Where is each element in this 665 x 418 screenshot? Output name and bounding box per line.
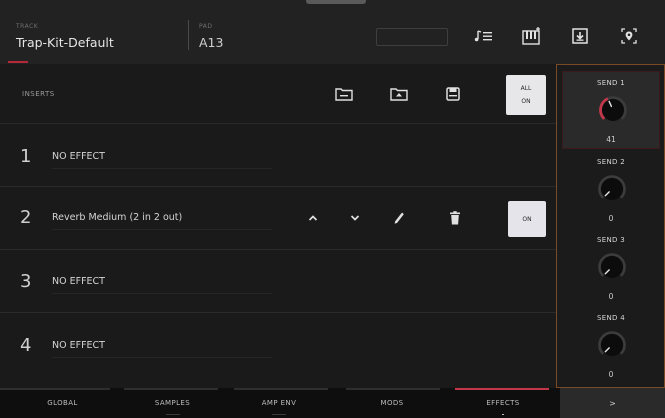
send-value: 41 xyxy=(606,135,616,144)
send-4-control[interactable]: SEND 4 0 xyxy=(562,307,660,385)
slot-number: 3 xyxy=(20,271,32,292)
send-2-control[interactable]: SEND 2 0 xyxy=(562,151,660,229)
all-on-label-bottom: ON xyxy=(521,98,531,105)
track-label: TRACK xyxy=(16,23,39,30)
inserts-title: INSERTS xyxy=(22,90,55,98)
slot-on-toggle[interactable]: ON xyxy=(508,201,546,237)
tab-label: GLOBAL xyxy=(47,399,78,407)
send-panel: Q SEND 1 41 SEND 2 0 SEND 3 0 SEND 4 0 xyxy=(556,64,665,388)
slot-underline xyxy=(52,229,272,230)
tab-effects[interactable]: EFFECTS xyxy=(446,388,560,418)
tab-label: AMP ENV xyxy=(261,399,297,407)
tab-global[interactable]: GLOBAL xyxy=(0,388,125,418)
slot-number: 1 xyxy=(20,146,32,167)
piano-grid-button[interactable] xyxy=(520,24,544,48)
send-label: SEND 2 xyxy=(597,158,625,166)
slot-number: 4 xyxy=(20,335,32,356)
row-divider xyxy=(0,249,556,250)
tab-label: > xyxy=(609,398,616,408)
pad-name[interactable]: A13 xyxy=(199,35,223,50)
pad-label: PAD xyxy=(199,23,213,30)
slot-effect-name[interactable]: NO EFFECT xyxy=(52,276,105,287)
disabled-header-button xyxy=(376,28,448,46)
row-divider xyxy=(0,312,556,313)
move-down-button[interactable] xyxy=(344,208,366,228)
chevron-up-icon xyxy=(308,215,318,221)
trash-icon xyxy=(450,211,460,225)
send-knob[interactable] xyxy=(596,329,628,361)
location-pin-icon xyxy=(621,28,637,44)
tab-amp-env[interactable]: AMP ENV xyxy=(220,388,338,418)
all-on-label-top: ALL xyxy=(520,85,532,92)
send-label: SEND 1 xyxy=(597,79,625,87)
send-3-control[interactable]: SEND 3 0 xyxy=(562,229,660,307)
tab-sub-indicator xyxy=(165,414,180,415)
slot-underline xyxy=(52,357,272,358)
row-divider xyxy=(0,123,556,124)
knob-body xyxy=(602,99,624,121)
track-name[interactable]: Trap-Kit-Default xyxy=(16,35,114,50)
row-divider xyxy=(0,186,556,187)
note-list-button[interactable] xyxy=(472,24,496,48)
send-label: SEND 3 xyxy=(597,236,625,244)
slot-effect-name[interactable]: Reverb Medium (2 in 2 out) xyxy=(52,212,182,223)
pencil-icon xyxy=(394,212,404,224)
header-divider xyxy=(188,20,189,50)
tab-label: SAMPLES xyxy=(154,399,191,407)
upload-folder-button[interactable] xyxy=(389,84,409,104)
send-1-control[interactable]: SEND 1 41 xyxy=(562,71,660,149)
slot-underline xyxy=(52,293,272,294)
download-button[interactable] xyxy=(568,24,592,48)
knob-body xyxy=(601,256,623,278)
send-knob[interactable] xyxy=(596,251,628,283)
slot-effect-name[interactable]: NO EFFECT xyxy=(52,151,105,162)
send-value: 0 xyxy=(608,214,614,223)
top-bar: TRACK Trap-Kit-Default PAD A13 xyxy=(0,0,665,64)
send-knob[interactable] xyxy=(596,173,628,205)
download-icon xyxy=(572,28,588,44)
tab-label: EFFECTS xyxy=(486,399,520,407)
save-button[interactable] xyxy=(443,84,463,104)
piano-grid-icon xyxy=(522,27,540,45)
chevron-down-icon xyxy=(350,215,360,221)
save-floppy-icon xyxy=(446,87,460,101)
tab-mods[interactable]: MODS xyxy=(338,388,446,418)
tab-more-button[interactable]: > xyxy=(560,388,665,418)
folder-upload-icon xyxy=(390,88,408,101)
track-indicator xyxy=(8,61,28,63)
edit-effect-button[interactable] xyxy=(388,208,410,228)
open-folder-button[interactable] xyxy=(334,84,354,104)
locate-button[interactable] xyxy=(617,24,641,48)
slot-number: 2 xyxy=(20,207,32,228)
tab-sub-indicator xyxy=(272,414,286,415)
send-label: SEND 4 xyxy=(597,314,625,322)
bottom-tab-bar: GLOBAL SAMPLES AMP ENV MODS EFFECTS > xyxy=(0,388,665,418)
delete-effect-button[interactable] xyxy=(444,208,466,228)
tab-active-dot xyxy=(502,414,504,415)
slot-underline xyxy=(52,168,272,169)
tab-samples[interactable]: SAMPLES xyxy=(125,388,220,418)
note-list-icon xyxy=(474,30,492,42)
drag-handle[interactable] xyxy=(306,0,366,4)
send-value: 0 xyxy=(608,370,614,379)
knob-body xyxy=(601,334,623,356)
tab-label: MODS xyxy=(380,399,404,407)
slot-effect-name[interactable]: NO EFFECT xyxy=(52,340,105,351)
send-value: 0 xyxy=(608,292,614,301)
send-knob[interactable] xyxy=(597,94,629,126)
all-on-toggle[interactable]: ALL ON xyxy=(506,75,546,115)
move-up-button[interactable] xyxy=(302,208,324,228)
folder-open-icon xyxy=(335,88,353,101)
inserts-panel: INSERTS ALL ON 1 NO EFFECT 2 Reverb Medi… xyxy=(0,64,556,388)
knob-body xyxy=(601,178,623,200)
